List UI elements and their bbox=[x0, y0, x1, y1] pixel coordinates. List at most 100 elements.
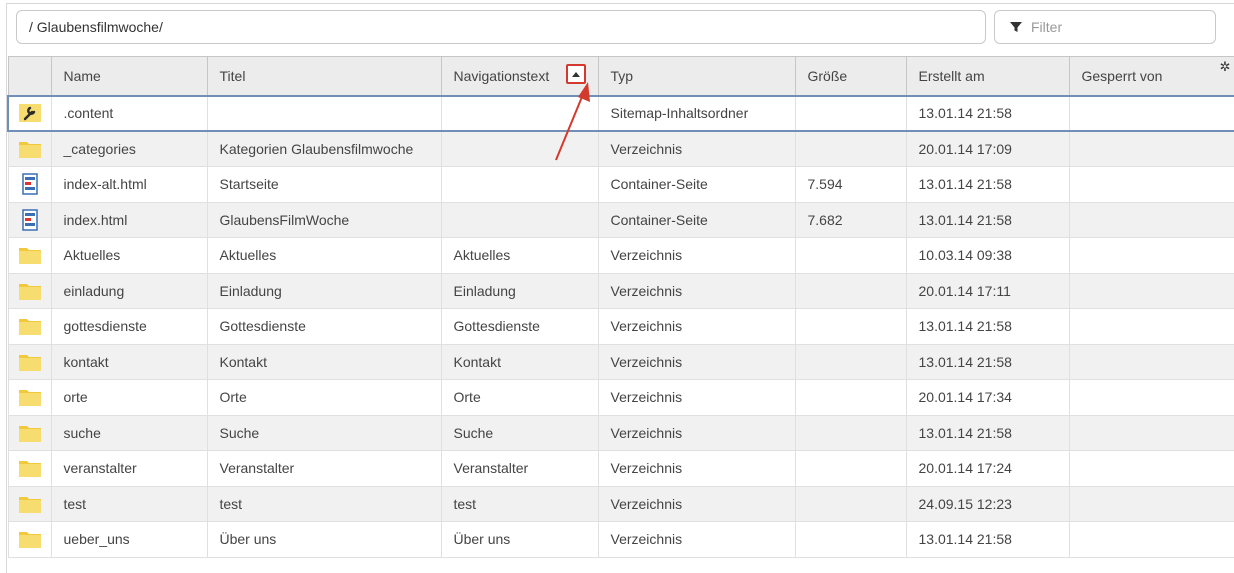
cell-gesperrt bbox=[1068, 272, 1234, 309]
table-row[interactable]: veranstalter Veranstalter Veranstalter Verz… bbox=[7, 450, 1234, 487]
cell-nav: test bbox=[440, 485, 599, 522]
table-header: Name Titel Navigationstext Typ Größe Ers… bbox=[7, 56, 1234, 96]
cell-groesse bbox=[794, 485, 907, 522]
table-row[interactable]: Aktuelles Aktuelles Aktuelles Verzeichnis 10… bbox=[7, 237, 1234, 274]
folder-icon bbox=[7, 450, 52, 487]
table-row[interactable]: .content Sitemap-Inhaltsordner 13.01.14 21… bbox=[7, 94, 1234, 132]
cell-groesse bbox=[794, 237, 907, 274]
cell-erstellt: 13.01.14 21:58 bbox=[905, 308, 1070, 345]
cell-gesperrt bbox=[1068, 521, 1234, 558]
cell-name: einladung bbox=[50, 272, 208, 309]
cell-groesse bbox=[794, 308, 907, 345]
cell-name: orte bbox=[50, 379, 208, 416]
cell-typ: Verzeichnis bbox=[597, 308, 796, 345]
path-input[interactable]: / Glaubensfilmwoche/ bbox=[16, 10, 986, 44]
table-row[interactable]: ueber_uns Über uns Über uns Verzeichnis 13.0… bbox=[7, 521, 1234, 558]
cell-groesse bbox=[794, 379, 907, 416]
cell-typ: Sitemap-Inhaltsordner bbox=[597, 94, 796, 132]
cell-nav: Orte bbox=[440, 379, 599, 416]
cell-typ: Verzeichnis bbox=[597, 414, 796, 451]
cell-erstellt: 13.01.14 21:58 bbox=[905, 521, 1070, 558]
header-gesperrt-von[interactable]: Gesperrt von ✲ bbox=[1068, 56, 1234, 96]
cell-groesse: 7.594 bbox=[794, 166, 907, 203]
cell-nav: Über uns bbox=[440, 521, 599, 558]
cell-groesse bbox=[794, 450, 907, 487]
cell-titel: Orte bbox=[206, 379, 442, 416]
cell-nav: Aktuelles bbox=[440, 237, 599, 274]
table-row[interactable]: test test test Verzeichnis 24.09.15 12:23 bbox=[7, 485, 1234, 522]
cell-gesperrt bbox=[1068, 237, 1234, 274]
table-row[interactable]: suche Suche Suche Verzeichnis 13.01.14 21:58 bbox=[7, 414, 1234, 451]
cell-groesse bbox=[794, 521, 907, 558]
cell-titel: Aktuelles bbox=[206, 237, 442, 274]
container-page-icon bbox=[7, 201, 52, 238]
cell-name: veranstalter bbox=[50, 450, 208, 487]
cell-nav: Kontakt bbox=[440, 343, 599, 380]
cell-titel: Einladung bbox=[206, 272, 442, 309]
container-page-icon bbox=[7, 166, 52, 203]
header-erstellt-am[interactable]: Erstellt am bbox=[905, 56, 1070, 96]
cell-erstellt: 13.01.14 21:58 bbox=[905, 414, 1070, 451]
cell-gesperrt bbox=[1068, 201, 1234, 238]
cell-erstellt: 20.01.14 17:11 bbox=[905, 272, 1070, 309]
filter-input[interactable]: Filter bbox=[994, 10, 1216, 44]
cell-typ: Verzeichnis bbox=[597, 450, 796, 487]
cell-typ: Verzeichnis bbox=[597, 130, 796, 167]
header-navigationstext[interactable]: Navigationstext bbox=[440, 56, 599, 96]
folder-icon bbox=[7, 308, 52, 345]
cell-nav: Gottesdienste bbox=[440, 308, 599, 345]
header-gesperrt-von-label: Gesperrt von bbox=[1081, 67, 1163, 84]
cell-erstellt: 24.09.15 12:23 bbox=[905, 485, 1070, 522]
header-name[interactable]: Name bbox=[50, 56, 208, 96]
header-titel[interactable]: Titel bbox=[206, 56, 442, 96]
folder-icon bbox=[7, 414, 52, 451]
filter-icon bbox=[1010, 22, 1022, 32]
cell-erstellt: 20.01.14 17:34 bbox=[905, 379, 1070, 416]
table-row[interactable]: gottesdienste Gottesdienste Gottesdienste V… bbox=[7, 308, 1234, 345]
folder-icon bbox=[7, 343, 52, 380]
cell-erstellt: 13.01.14 21:58 bbox=[905, 94, 1070, 132]
folder-icon bbox=[7, 237, 52, 274]
table-row[interactable]: _categories Kategorien Glaubensfilmwoche V… bbox=[7, 130, 1234, 167]
cell-erstellt: 20.01.14 17:24 bbox=[905, 450, 1070, 487]
cell-titel: Gottesdienste bbox=[206, 308, 442, 345]
table-row[interactable]: index-alt.html Startseite Container-Seite 7… bbox=[7, 166, 1234, 203]
filter-placeholder: Filter bbox=[1031, 19, 1063, 35]
cell-erstellt: 13.01.14 21:58 bbox=[905, 166, 1070, 203]
cell-typ: Container-Seite bbox=[597, 166, 796, 203]
header-navigationstext-label: Navigationstext bbox=[453, 67, 550, 84]
table-row[interactable]: index.html GlaubensFilmWoche Container-Sei… bbox=[7, 201, 1234, 238]
folder-icon bbox=[7, 485, 52, 522]
cell-name: index-alt.html bbox=[50, 166, 208, 203]
cell-gesperrt bbox=[1068, 485, 1234, 522]
file-table: Name Titel Navigationstext Typ Größe Ers… bbox=[7, 56, 1234, 558]
wrench-folder-icon bbox=[7, 94, 52, 132]
cell-groesse bbox=[794, 272, 907, 309]
header-typ[interactable]: Typ bbox=[597, 56, 796, 96]
header-groesse[interactable]: Größe bbox=[794, 56, 907, 96]
cell-typ: Container-Seite bbox=[597, 201, 796, 238]
cell-gesperrt bbox=[1068, 130, 1234, 167]
cell-gesperrt bbox=[1068, 94, 1234, 132]
cell-erstellt: 13.01.14 21:58 bbox=[905, 343, 1070, 380]
header-icon-column bbox=[7, 56, 52, 96]
cell-gesperrt bbox=[1068, 308, 1234, 345]
table-row[interactable]: orte Orte Orte Verzeichnis 20.01.14 17:34 bbox=[7, 379, 1234, 416]
cell-name: index.html bbox=[50, 201, 208, 238]
cell-titel: Startseite bbox=[206, 166, 442, 203]
cell-name: Aktuelles bbox=[50, 237, 208, 274]
cell-titel bbox=[206, 94, 442, 132]
sort-ascending-button[interactable] bbox=[565, 64, 586, 84]
sort-up-icon bbox=[571, 71, 580, 77]
cell-titel: Über uns bbox=[206, 521, 442, 558]
table-row[interactable]: kontakt Kontakt Kontakt Verzeichnis 13.01.14… bbox=[7, 343, 1234, 380]
cell-name: suche bbox=[50, 414, 208, 451]
cell-erstellt: 13.01.14 21:58 bbox=[905, 201, 1070, 238]
cell-nav bbox=[440, 94, 599, 132]
table-row[interactable]: einladung Einladung Einladung Verzeichnis 20… bbox=[7, 272, 1234, 309]
cell-nav bbox=[440, 201, 599, 238]
gear-icon[interactable]: ✲ bbox=[1220, 59, 1231, 75]
cell-typ: Verzeichnis bbox=[597, 379, 796, 416]
cell-titel: Suche bbox=[206, 414, 442, 451]
cell-gesperrt bbox=[1068, 166, 1234, 203]
